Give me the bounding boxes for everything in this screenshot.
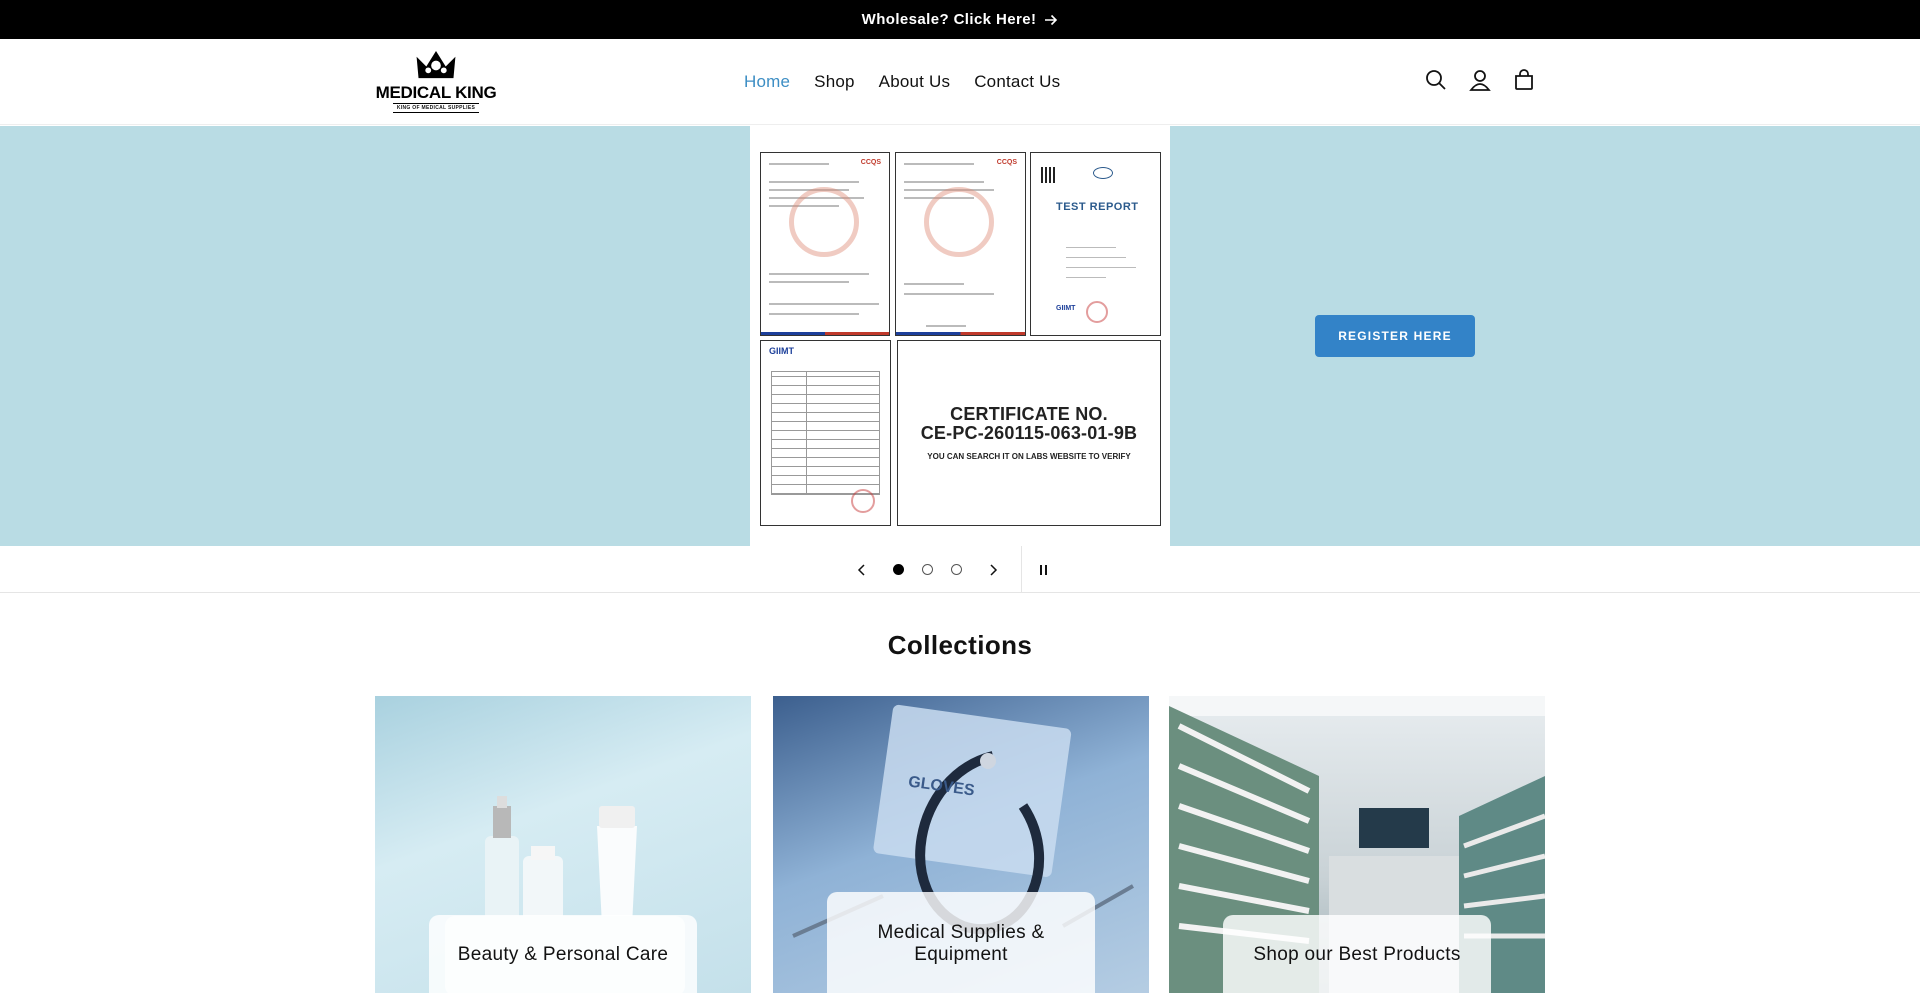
- cart-icon[interactable]: [1512, 67, 1536, 93]
- collection-label: Medical Supplies & Equipment: [877, 922, 1045, 965]
- register-button[interactable]: REGISTER HERE: [1315, 315, 1475, 357]
- logo-text: MEDICAL KING: [375, 83, 497, 102]
- collection-card-beauty[interactable]: Beauty & Personal Care: [375, 696, 751, 993]
- ccqs-brand: CCQS: [860, 159, 881, 166]
- gimt-brand: GIIMT: [1056, 305, 1076, 312]
- certificate-label: CERTIFICATE NO.: [950, 403, 1108, 424]
- arrow-right-icon: [1044, 14, 1058, 26]
- gimt-brand: GIIMT: [769, 346, 794, 356]
- search-icon[interactable]: [1424, 67, 1448, 93]
- hero-slideshow: CCQS CCQS TEST REPORT GIIMT GIIMT CERTIF…: [0, 126, 1920, 546]
- certificate-note: YOU CAN SEARCH IT ON LABS WEBSITE TO VER…: [927, 452, 1131, 462]
- collection-title-medical: Medical Supplies & Equipment: [827, 892, 1095, 993]
- crown-logo-icon: [416, 50, 456, 79]
- collection-card-medical[interactable]: GLOVES Medical Supplies & Equipment: [773, 696, 1149, 993]
- collection-card-best-products[interactable]: Shop our Best Products: [1169, 696, 1545, 993]
- test-table-document: GIIMT: [760, 340, 891, 526]
- collection-title-best-products: Shop our Best Products: [1223, 915, 1491, 993]
- pause-icon: [1040, 564, 1047, 575]
- previous-slide-button[interactable]: [840, 548, 884, 592]
- slide-dot-2[interactable]: [922, 564, 933, 575]
- nav-home[interactable]: Home: [744, 72, 790, 92]
- collection-title-beauty: Beauty & Personal Care: [429, 915, 697, 993]
- collections-heading: Collections: [887, 630, 1033, 660]
- announcement-text[interactable]: Wholesale? Click Here!: [862, 11, 1037, 28]
- chevron-left-icon: [857, 563, 865, 576]
- header-icons: [1424, 67, 1536, 93]
- slide-dot-3[interactable]: [951, 564, 962, 575]
- certificate-document: CCQS: [895, 152, 1026, 336]
- slider-controls: [0, 546, 1920, 593]
- slide-dot-1[interactable]: [893, 564, 904, 575]
- certificates-image: CCQS CCQS TEST REPORT GIIMT GIIMT CERTIF…: [750, 126, 1170, 546]
- nav-about-us[interactable]: About Us: [879, 72, 951, 92]
- collection-label: Shop our Best Products: [1253, 944, 1461, 965]
- account-icon[interactable]: [1468, 67, 1492, 93]
- collection-label: Beauty & Personal Care: [457, 944, 669, 965]
- chevron-right-icon: [990, 563, 998, 576]
- pause-slideshow-button[interactable]: [1022, 548, 1066, 592]
- nav-shop[interactable]: Shop: [814, 72, 855, 92]
- main-nav: Home Shop About Us Contact Us: [744, 39, 1060, 125]
- logo[interactable]: MEDICAL KING KING OF MEDICAL SUPPLIES: [375, 49, 497, 113]
- nav-contact-us[interactable]: Contact Us: [974, 72, 1060, 92]
- qr-code-icon: [1041, 167, 1057, 183]
- certificate-number: CE-PC-260115-063-01-9B: [920, 422, 1138, 443]
- site-header: MEDICAL KING KING OF MEDICAL SUPPLIES Ho…: [0, 39, 1920, 125]
- announcement-bar[interactable]: Wholesale? Click Here!: [0, 0, 1920, 39]
- next-slide-button[interactable]: [971, 548, 1015, 592]
- report-title: TEST REPORT: [1056, 201, 1139, 213]
- logo-tagline: KING OF MEDICAL SUPPLIES: [392, 103, 480, 113]
- certificate-number-panel: CERTIFICATE NO. CE-PC-260115-063-01-9B Y…: [897, 340, 1161, 526]
- test-report-document: TEST REPORT GIIMT: [1030, 152, 1161, 336]
- cnas-logo-icon: [1093, 167, 1113, 179]
- certificate-document: CCQS: [760, 152, 890, 336]
- ccqs-brand: CCQS: [996, 159, 1017, 166]
